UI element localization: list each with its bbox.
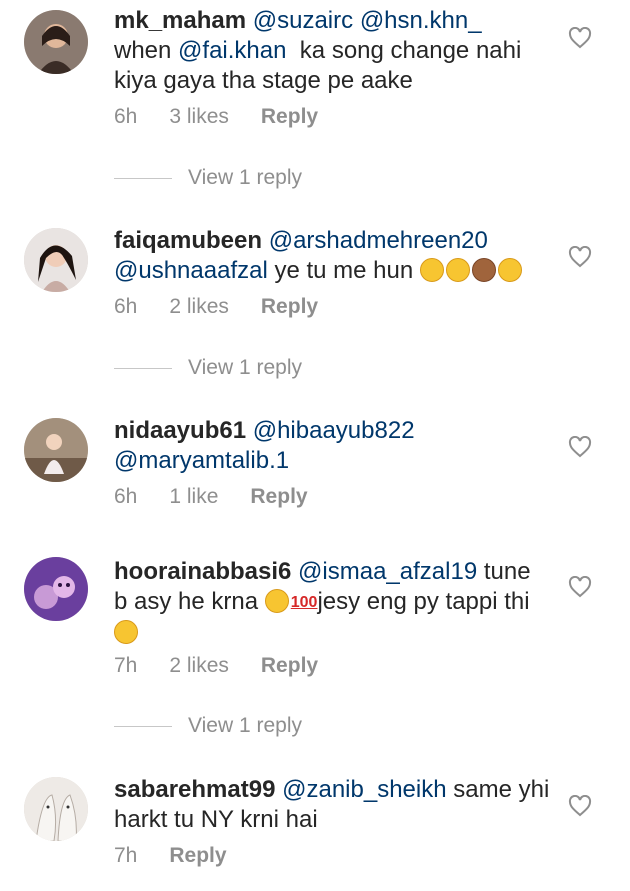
comment-time: 6h (114, 105, 138, 128)
view-replies-button[interactable]: View 1 reply (114, 356, 302, 380)
like-count[interactable]: 1 like (169, 485, 218, 509)
reply-button[interactable]: Reply (261, 654, 318, 678)
view-replies-label: View 1 reply (188, 166, 303, 189)
avatar[interactable] (24, 10, 88, 74)
divider-line (114, 177, 172, 179)
heart-outline-icon[interactable] (568, 27, 592, 49)
mention-link[interactable]: @ushnaaafzal (114, 257, 268, 284)
comment-meta: 6h 1 like Reply (114, 485, 340, 509)
comment-text: mk_maham @suzairc @hsn.khn_ when @fai.kh… (114, 6, 554, 96)
mention-link[interactable]: @ismaa_afzal19 (298, 558, 477, 585)
comment-body: ka song change nahi (286, 37, 522, 64)
view-replies-button[interactable]: View 1 reply (114, 714, 302, 738)
comment-body: jesy eng py tappi thi (317, 588, 530, 615)
comment-text: sabarehmat99 @zanib_sheikh same yhi hark… (114, 775, 554, 835)
mention-link[interactable]: @suzairc (253, 7, 353, 34)
comment-time: 6h (114, 485, 138, 508)
comment-meta: 7h 2 likes Reply (114, 654, 350, 678)
grimacing-face-icon (114, 620, 138, 644)
comment-meta: 6h 2 likes Reply (114, 295, 350, 319)
view-replies-label: View 1 reply (188, 356, 303, 379)
comment-body: harkt tu NY krni hai (114, 806, 318, 833)
comment-time: 6h (114, 295, 138, 318)
like-count[interactable]: 2 likes (169, 295, 229, 319)
comment-time: 7h (114, 654, 138, 677)
comment-text: nidaayub61 @hibaayub822 @maryamtalib.1 (114, 416, 554, 476)
comment-time: 7h (114, 844, 138, 867)
view-replies-button[interactable]: View 1 reply (114, 166, 302, 190)
avatar[interactable] (24, 418, 88, 482)
mention-link[interactable]: @fai.khan (178, 37, 286, 64)
comment-body: ye tu me hun (267, 257, 420, 284)
hundred-points-icon: 100 (290, 594, 318, 611)
mention-link[interactable]: @zanib_sheikh (282, 776, 446, 803)
mention-link[interactable]: @maryamtalib.1 (114, 447, 289, 474)
comment-body: when (114, 37, 179, 64)
comment-username[interactable]: hoorainabbasi6 (114, 558, 291, 585)
comment-body: same yhi (446, 776, 550, 803)
reply-button[interactable]: Reply (261, 295, 318, 319)
heart-outline-icon[interactable] (568, 436, 592, 458)
like-count[interactable]: 3 likes (169, 105, 229, 129)
see-no-evil-monkey-icon (471, 258, 496, 282)
view-replies-label: View 1 reply (188, 714, 303, 737)
comment-text: hoorainabbasi6 @ismaa_afzal19 tune b asy… (114, 557, 554, 648)
heart-outline-icon[interactable] (568, 576, 592, 598)
comment-username[interactable]: nidaayub61 (114, 417, 246, 444)
divider-line (114, 725, 172, 727)
mention-link[interactable]: @hibaayub822 (253, 417, 415, 444)
reply-button[interactable]: Reply (250, 485, 307, 509)
avatar[interactable] (24, 777, 88, 841)
comment-username[interactable]: sabarehmat99 (114, 776, 275, 803)
comment-body: kiya gaya tha stage pe aake (114, 67, 413, 94)
comment-meta: 7h Reply (114, 844, 259, 868)
heart-outline-icon[interactable] (568, 246, 592, 268)
tears-of-joy-icon (264, 589, 289, 613)
comment-body: b asy he krna (114, 588, 265, 615)
avatar[interactable] (24, 557, 88, 621)
mention-link[interactable]: @hsn.khn_ (360, 7, 482, 34)
heart-outline-icon[interactable] (568, 795, 592, 817)
like-count[interactable]: 2 likes (169, 654, 229, 678)
comment-meta: 6h 3 likes Reply (114, 105, 350, 129)
tears-of-joy-icon (445, 258, 470, 282)
divider-line (114, 367, 172, 369)
pleading-face-icon (419, 258, 444, 282)
mention-link[interactable]: @arshadmehreen20 (269, 227, 488, 254)
reply-button[interactable]: Reply (169, 844, 226, 868)
comment-text: faiqamubeen @arshadmehreen20 @ushnaaafza… (114, 226, 554, 286)
tears-of-joy-icon (497, 258, 522, 282)
comment-username[interactable]: faiqamubeen (114, 227, 262, 254)
reply-button[interactable]: Reply (261, 105, 318, 129)
comment-body: tune (477, 558, 531, 585)
comment-username[interactable]: mk_maham (114, 7, 246, 34)
avatar[interactable] (24, 228, 88, 292)
